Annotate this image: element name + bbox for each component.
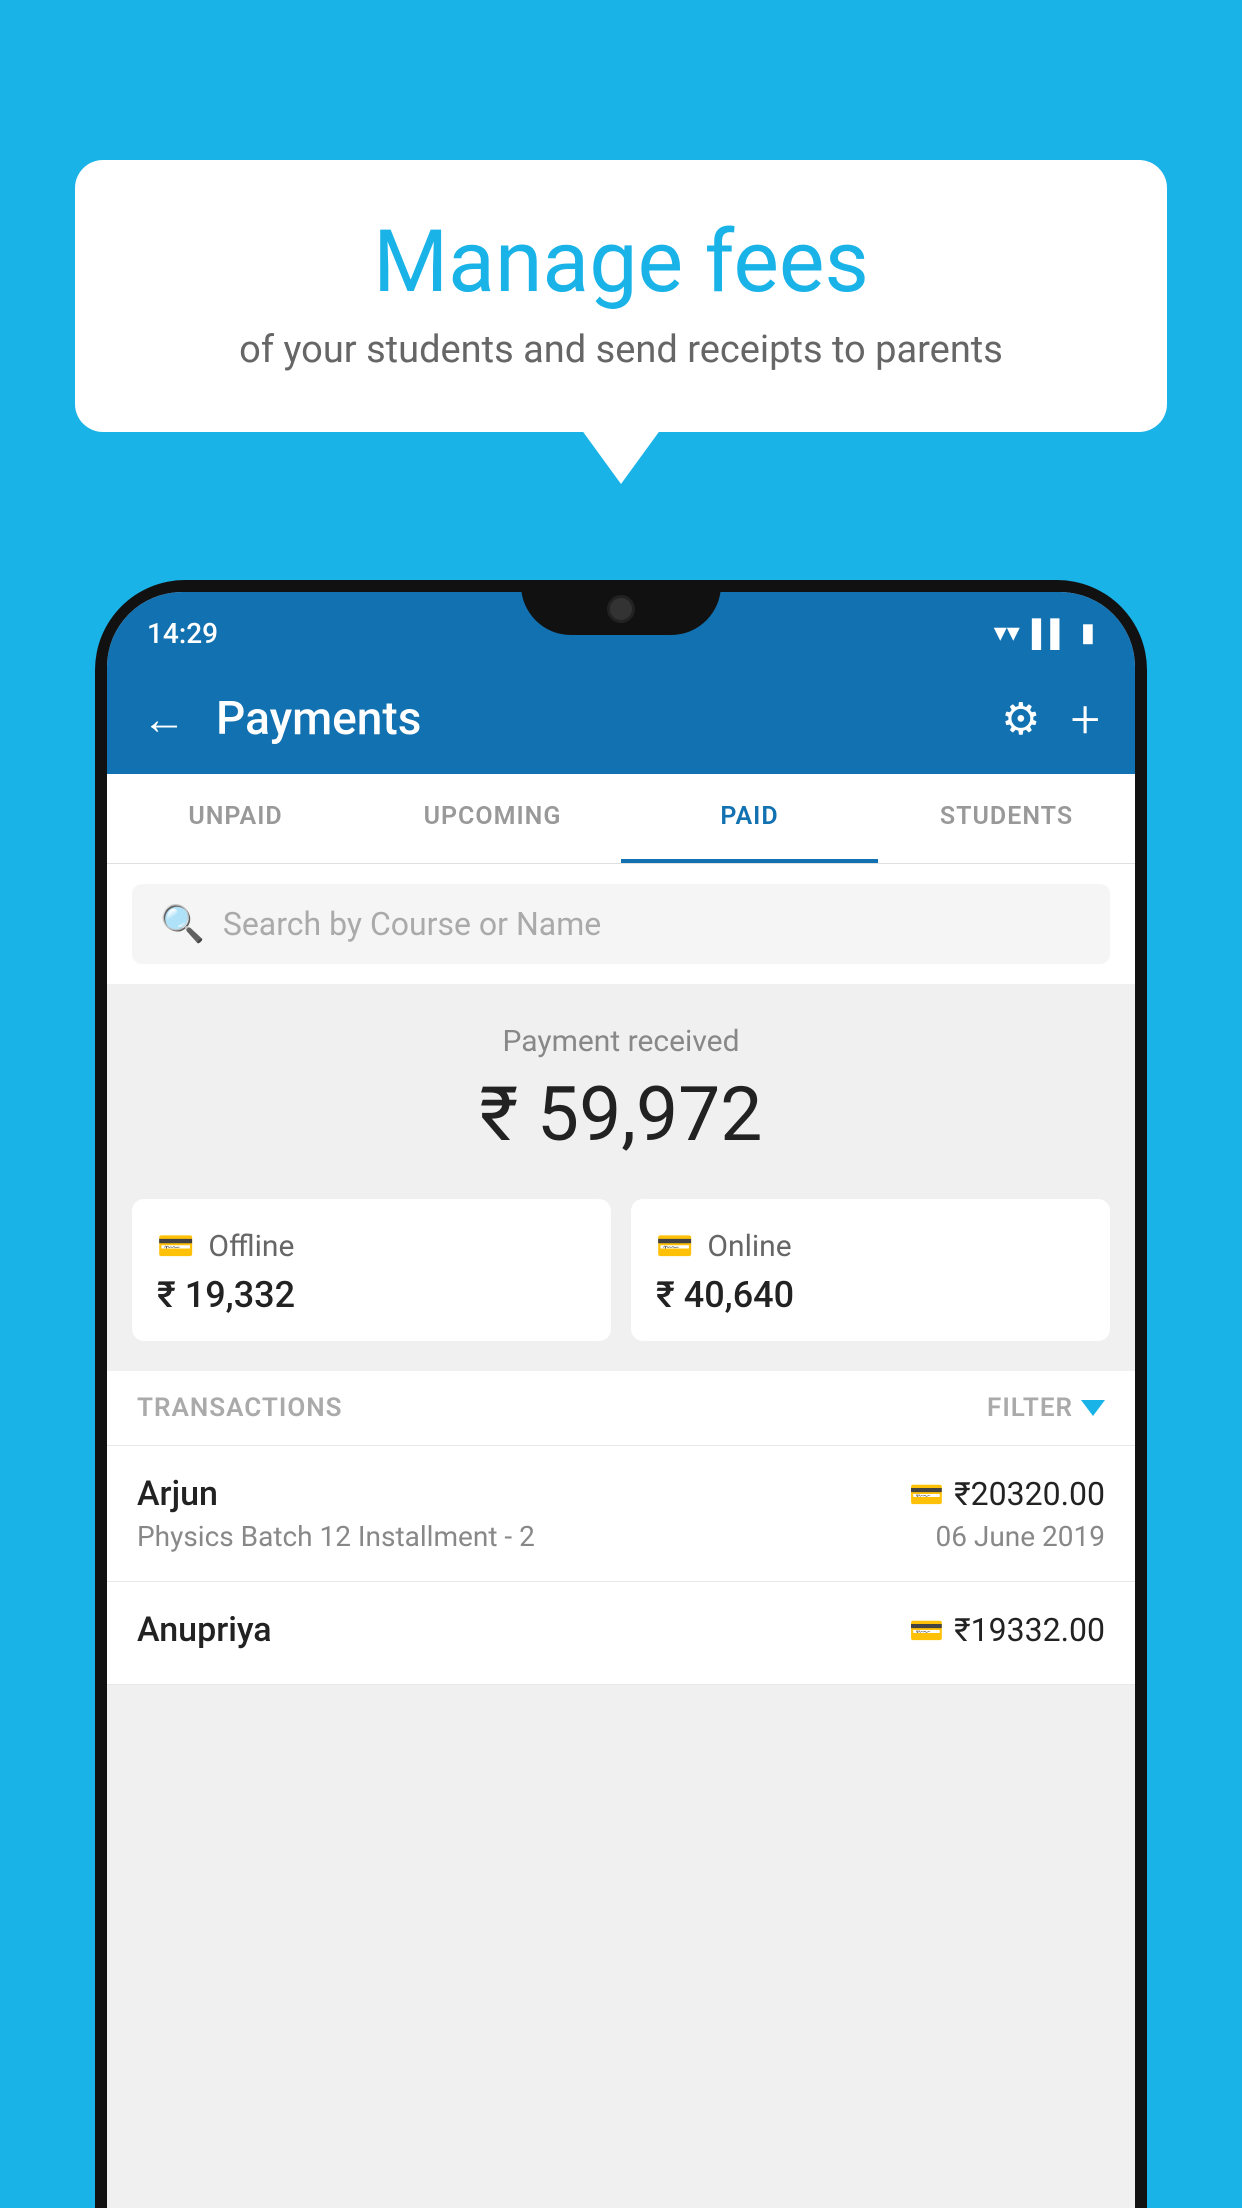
speech-bubble-card: Manage fees of your students and send re… <box>75 160 1167 432</box>
signal-icon: ▌▌ <box>1032 618 1069 649</box>
online-label: Online <box>707 1229 791 1264</box>
add-icon[interactable]: + <box>1071 689 1100 750</box>
transaction-amount: ₹20320.00 <box>954 1475 1105 1513</box>
payment-received-section: Payment received ₹ 59,972 <box>107 984 1135 1189</box>
transaction-name: Arjun <box>137 1474 218 1514</box>
online-amount: ₹ 40,640 <box>656 1274 1085 1316</box>
filter-label: FILTER <box>987 1393 1073 1423</box>
transaction-course: Physics Batch 12 Installment - 2 <box>137 1520 535 1553</box>
filter-button[interactable]: FILTER <box>987 1393 1105 1423</box>
payment-cards: 💳 Offline ₹ 19,332 💳 Online ₹ 40,640 <box>107 1189 1135 1371</box>
offline-amount: ₹ 19,332 <box>157 1274 586 1316</box>
back-button[interactable]: ← <box>142 693 186 745</box>
online-card-header: 💳 Online <box>656 1229 1085 1264</box>
search-input[interactable]: Search by Course or Name <box>223 905 601 943</box>
payment-method-icon: 💳 <box>909 1478 944 1511</box>
bubble-title: Manage fees <box>135 215 1107 310</box>
payment-method-icon: 💳 <box>909 1614 944 1647</box>
phone-camera <box>607 595 635 623</box>
online-payment-card: 💳 Online ₹ 40,640 <box>631 1199 1110 1341</box>
battery-icon: ▮ <box>1081 618 1095 648</box>
bubble-subtitle: of your students and send receipts to pa… <box>135 328 1107 372</box>
search-container: 🔍 Search by Course or Name <box>107 864 1135 984</box>
online-icon: 💳 <box>656 1229 693 1264</box>
offline-payment-card: 💳 Offline ₹ 19,332 <box>132 1199 611 1341</box>
transaction-row[interactable]: Anupriya 💳 ₹19332.00 <box>107 1582 1135 1685</box>
app-bar-title: Payments <box>216 692 971 746</box>
transaction-amount-box: 💳 ₹20320.00 <box>909 1475 1105 1513</box>
tab-paid[interactable]: PAID <box>621 774 878 863</box>
transaction-amount-box: 💳 ₹19332.00 <box>909 1611 1105 1649</box>
phone-notch <box>521 580 721 635</box>
search-bar[interactable]: 🔍 Search by Course or Name <box>132 884 1110 964</box>
transaction-amount: ₹19332.00 <box>954 1611 1105 1649</box>
phone-mockup: 14:29 ▾▾ ▌▌ ▮ ← Payments ⚙ + UNPAID UPCO… <box>95 580 1147 2208</box>
transaction-top: Anupriya 💳 ₹19332.00 <box>137 1610 1105 1650</box>
transaction-top: Arjun 💳 ₹20320.00 <box>137 1474 1105 1514</box>
offline-icon: 💳 <box>157 1229 194 1264</box>
tab-students[interactable]: STUDENTS <box>878 774 1135 863</box>
offline-label: Offline <box>208 1229 294 1264</box>
tab-unpaid[interactable]: UNPAID <box>107 774 364 863</box>
transaction-row[interactable]: Arjun 💳 ₹20320.00 Physics Batch 12 Insta… <box>107 1446 1135 1582</box>
phone-screen: 14:29 ▾▾ ▌▌ ▮ ← Payments ⚙ + UNPAID UPCO… <box>107 592 1135 2208</box>
search-icon: 🔍 <box>160 903 205 945</box>
payment-received-label: Payment received <box>107 1024 1135 1059</box>
transaction-bottom: Physics Batch 12 Installment - 2 06 June… <box>137 1520 1105 1553</box>
settings-icon[interactable]: ⚙ <box>1001 693 1040 745</box>
tabs-bar: UNPAID UPCOMING PAID STUDENTS <box>107 774 1135 864</box>
transactions-header: TRANSACTIONS FILTER <box>107 1371 1135 1446</box>
app-bar: ← Payments ⚙ + <box>107 664 1135 774</box>
filter-icon <box>1081 1400 1105 1416</box>
status-icons: ▾▾ ▌▌ ▮ <box>994 618 1095 649</box>
tab-upcoming[interactable]: UPCOMING <box>364 774 621 863</box>
transaction-date: 06 June 2019 <box>935 1520 1105 1553</box>
wifi-icon: ▾▾ <box>994 618 1020 648</box>
payment-received-amount: ₹ 59,972 <box>107 1071 1135 1159</box>
offline-card-header: 💳 Offline <box>157 1229 586 1264</box>
status-time: 14:29 <box>147 617 218 650</box>
app-bar-actions: ⚙ + <box>1001 689 1100 750</box>
transaction-name: Anupriya <box>137 1610 272 1650</box>
transactions-label: TRANSACTIONS <box>137 1393 343 1423</box>
